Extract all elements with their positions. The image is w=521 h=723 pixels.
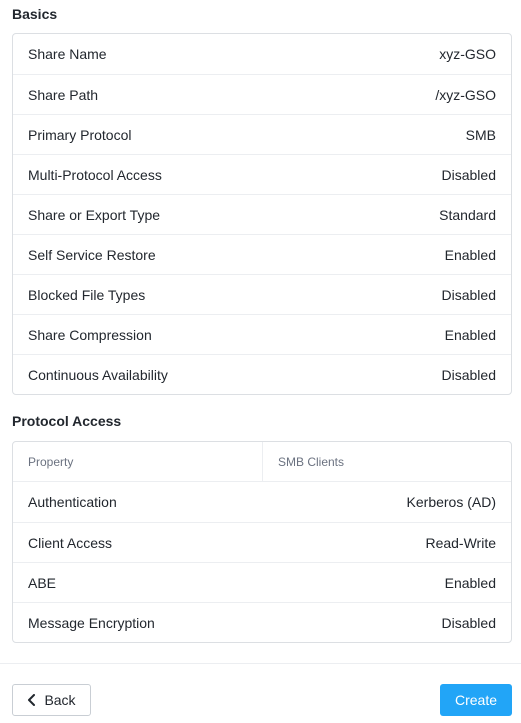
table-header: Property SMB Clients (13, 442, 511, 482)
row-value: Enabled (444, 326, 496, 343)
back-button-label: Back (44, 692, 76, 708)
row-label: Authentication (28, 494, 117, 510)
protocol-row-client-access: Client Access Read-Write (13, 522, 511, 562)
row-label: Client Access (28, 534, 113, 551)
row-value: Standard (439, 206, 496, 223)
protocol-row-abe: ABE Enabled (13, 562, 511, 602)
row-value: /xyz-GSO (435, 86, 496, 103)
column-header-smb-clients: SMB Clients (278, 454, 345, 469)
protocol-access-title: Protocol Access (12, 413, 122, 429)
protocol-row-message-encryption: Message Encryption Disabled (13, 602, 511, 642)
row-value: Disabled (441, 614, 496, 631)
row-value: Kerberos (AD) (406, 494, 496, 510)
back-button[interactable]: Back (12, 684, 91, 716)
column-header-property: Property (13, 442, 263, 481)
row-value: Read-Write (425, 534, 496, 551)
row-label: Blocked File Types (28, 286, 146, 303)
row-label: ABE (28, 574, 57, 591)
basics-row-share-name: Share Name xyz-GSO (13, 34, 511, 74)
basics-row-blocked-file-types: Blocked File Types Disabled (13, 274, 511, 314)
basics-title: Basics (12, 6, 58, 22)
row-label: Self Service Restore (28, 246, 156, 263)
row-value: Disabled (441, 286, 496, 303)
protocol-access-table: Property SMB Clients Authentication Kerb… (12, 441, 512, 643)
basics-row-multi-protocol: Multi-Protocol Access Disabled (13, 154, 511, 194)
basics-card: Share Name xyz-GSO Share Path /xyz-GSO P… (12, 33, 512, 395)
row-label: Share Path (28, 86, 99, 103)
basics-row-self-service-restore: Self Service Restore Enabled (13, 234, 511, 274)
create-button[interactable]: Create (440, 684, 512, 716)
row-label: Share or Export Type (28, 206, 161, 223)
row-label: Share Name (28, 46, 107, 62)
chevron-left-icon (28, 694, 36, 706)
row-label: Message Encryption (28, 614, 155, 631)
row-label: Multi-Protocol Access (28, 166, 162, 183)
protocol-row-authentication: Authentication Kerberos (AD) (13, 482, 511, 522)
basics-row-primary-protocol: Primary Protocol SMB (13, 114, 511, 154)
basics-row-share-path: Share Path /xyz-GSO (13, 74, 511, 114)
basics-row-share-type: Share or Export Type Standard (13, 194, 511, 234)
row-value: Disabled (441, 166, 496, 183)
row-value: SMB (465, 126, 496, 143)
create-button-label: Create (454, 692, 498, 708)
row-label: Share Compression (28, 326, 152, 343)
row-value: Enabled (444, 246, 496, 263)
basics-row-continuous-availability: Continuous Availability Disabled (13, 354, 511, 394)
row-value: Disabled (441, 366, 496, 383)
row-value: Enabled (444, 574, 496, 591)
row-label: Continuous Availability (28, 366, 168, 383)
footer-divider (0, 663, 521, 664)
row-value: xyz-GSO (439, 46, 496, 62)
row-label: Primary Protocol (28, 126, 132, 143)
basics-row-share-compression: Share Compression Enabled (13, 314, 511, 354)
